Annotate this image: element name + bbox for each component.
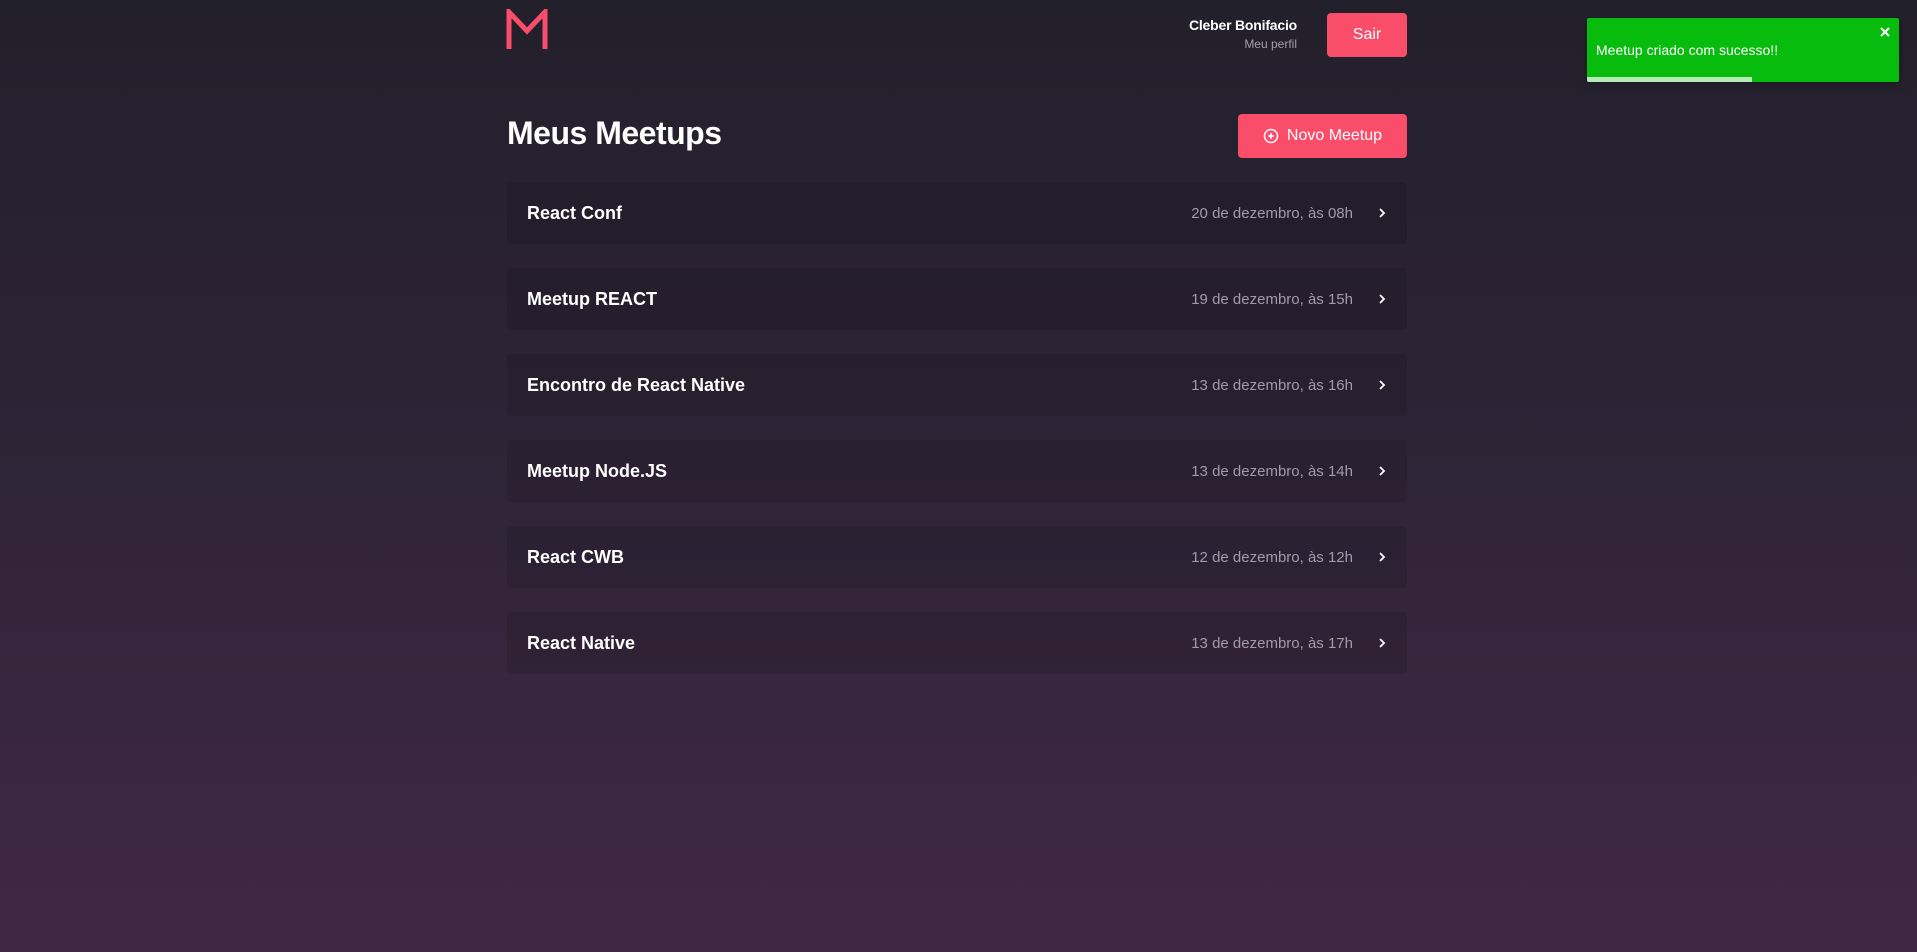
chevron-right-icon[interactable] [1377, 465, 1387, 477]
meetup-item[interactable]: React Conf 20 de dezembro, às 08h [507, 182, 1407, 244]
meetup-meta: 13 de dezembro, às 17h [1191, 635, 1387, 652]
meetup-title: React Native [527, 632, 636, 653]
chevron-right-icon[interactable] [1377, 293, 1387, 305]
success-toast[interactable]: Meetup criado com sucesso!! [1587, 18, 1899, 82]
meetup-item[interactable]: React CWB 12 de dezembro, às 12h [507, 526, 1407, 588]
meetup-date: 12 de dezembro, às 12h [1191, 548, 1353, 566]
chevron-right-icon[interactable] [1377, 637, 1387, 649]
meetup-item[interactable]: Meetup REACT 19 de dezembro, às 15h [507, 268, 1407, 330]
logout-button[interactable]: Sair [1327, 13, 1407, 57]
meetup-item[interactable]: Meetup Node.JS 13 de dezembro, às 14h [507, 440, 1407, 502]
chevron-right-icon[interactable] [1377, 551, 1387, 563]
meetup-item[interactable]: React Native 13 de dezembro, às 17h [507, 612, 1407, 674]
meetup-meta: 12 de dezembro, às 12h [1191, 549, 1387, 566]
plus-circle-icon [1263, 128, 1279, 144]
toast-progress-track [1587, 77, 1899, 82]
meetup-meta: 13 de dezembro, às 16h [1191, 377, 1387, 394]
meetapp-logo-icon[interactable] [506, 9, 548, 51]
meetup-date: 13 de dezembro, às 17h [1191, 634, 1353, 652]
toast-progress-bar [1587, 77, 1753, 82]
meetup-title: React CWB [527, 546, 625, 567]
chevron-right-icon[interactable] [1377, 379, 1387, 391]
meetup-date: 13 de dezembro, às 16h [1191, 376, 1353, 394]
meetup-date: 19 de dezembro, às 15h [1191, 290, 1353, 308]
new-meetup-label: Novo Meetup [1286, 127, 1383, 144]
close-icon[interactable] [1878, 25, 1892, 39]
meetup-meta: 19 de dezembro, às 15h [1191, 291, 1387, 308]
toast-message: Meetup criado com sucesso!! [1596, 42, 1779, 58]
meetup-title: Meetup REACT [527, 288, 657, 309]
meetup-date: 13 de dezembro, às 14h [1191, 462, 1353, 480]
meetup-meta: 13 de dezembro, às 14h [1191, 463, 1387, 480]
meetup-list: React Conf 20 de dezembro, às 08h Meetup… [507, 182, 1407, 698]
profile-link[interactable]: Meu perfil [1189, 37, 1297, 51]
meetup-title: Meetup Node.JS [527, 460, 668, 481]
user-profile: Cleber Bonifacio Meu perfil [1189, 17, 1297, 51]
meetup-title: Encontro de React Native [527, 374, 746, 395]
user-name: Cleber Bonifacio [1188, 17, 1297, 33]
chevron-right-icon[interactable] [1377, 207, 1387, 219]
meetup-title: React Conf [527, 202, 623, 223]
meetup-date: 20 de dezembro, às 08h [1191, 204, 1353, 222]
page-title: Meus Meetups [507, 115, 722, 151]
new-meetup-button[interactable]: Novo Meetup [1238, 114, 1407, 158]
meetup-item[interactable]: Encontro de React Native 13 de dezembro,… [507, 354, 1407, 416]
meetup-meta: 20 de dezembro, às 08h [1191, 205, 1387, 222]
